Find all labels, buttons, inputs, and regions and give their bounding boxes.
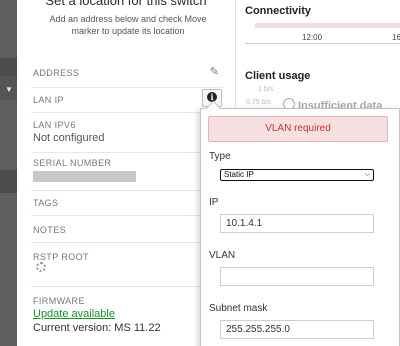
tags-row: TAGS [31,190,223,216]
lan-ip-row: LAN IP [31,87,223,113]
address-label: ADDRESS [33,68,80,78]
connectivity-baseline [245,43,400,44]
address-row: ADDRESS ✎ [31,62,223,88]
client-usage-title: Client usage [245,70,311,82]
location-subtitle: Add an address below and check Move mark… [49,14,207,36]
sidebar-section [0,58,17,76]
ip-label: IP [209,197,219,208]
chevron-down-icon: ⌵ [364,171,370,178]
type-label: Type [209,151,231,162]
lan-ipv6-value: Not configured [33,132,105,144]
subnet-input[interactable]: 255.255.255.0 [220,320,374,339]
usage-axis-label: 1 b/s [258,86,274,93]
lan-ipv6-row: LAN IPV6 Not configured [31,112,223,153]
vlan-required-alert: VLAN required [208,116,388,142]
rstp-label: RSTP ROOT [33,252,89,262]
sidebar-section[interactable] [0,170,17,193]
firmware-label: FIRMWARE [33,296,85,306]
lan-ip-config-popover: VLAN required Type Static IP ⌵ IP 10.1.4… [200,108,400,346]
switch-details-screen: ▼ Set a location for this switch Add an … [0,0,400,346]
subnet-label: Subnet mask [209,303,268,314]
usage-axis-label: 0.75 b/s [246,99,271,106]
edit-pencil-icon[interactable]: ✎ [210,65,219,78]
connectivity-tick: 16 [392,33,400,42]
connectivity-bar [255,23,400,28]
serial-number-redacted [33,171,136,182]
nav-sidebar: ▼ [0,0,17,346]
notes-label: NOTES [33,225,67,235]
location-title: Set a location for this switch [45,0,207,8]
type-select[interactable]: Static IP ⌵ [220,169,374,181]
firmware-update-link[interactable]: Update available [33,308,115,320]
connectivity-tick: 12:00 [302,33,323,42]
ip-input[interactable]: 10.1.4.1 [220,214,374,233]
tags-label: TAGS [33,198,59,208]
loading-spinner-icon [36,262,46,272]
firmware-current-version: Current version: MS 11.22 [33,322,161,334]
chevron-down-icon[interactable]: ▼ [5,86,13,94]
rstp-row: RSTP ROOT [31,242,223,287]
lan-ip-label: LAN IP [33,95,64,105]
notes-row: NOTES [31,215,223,243]
serial-label: SERIAL NUMBER [33,158,112,168]
lan-ipv6-label: LAN IPV6 [33,120,76,130]
connectivity-title: Connectivity [245,5,312,17]
vlan-input[interactable] [220,267,374,286]
type-select-value: Static IP [224,170,254,179]
vlan-label: VLAN [209,250,236,261]
